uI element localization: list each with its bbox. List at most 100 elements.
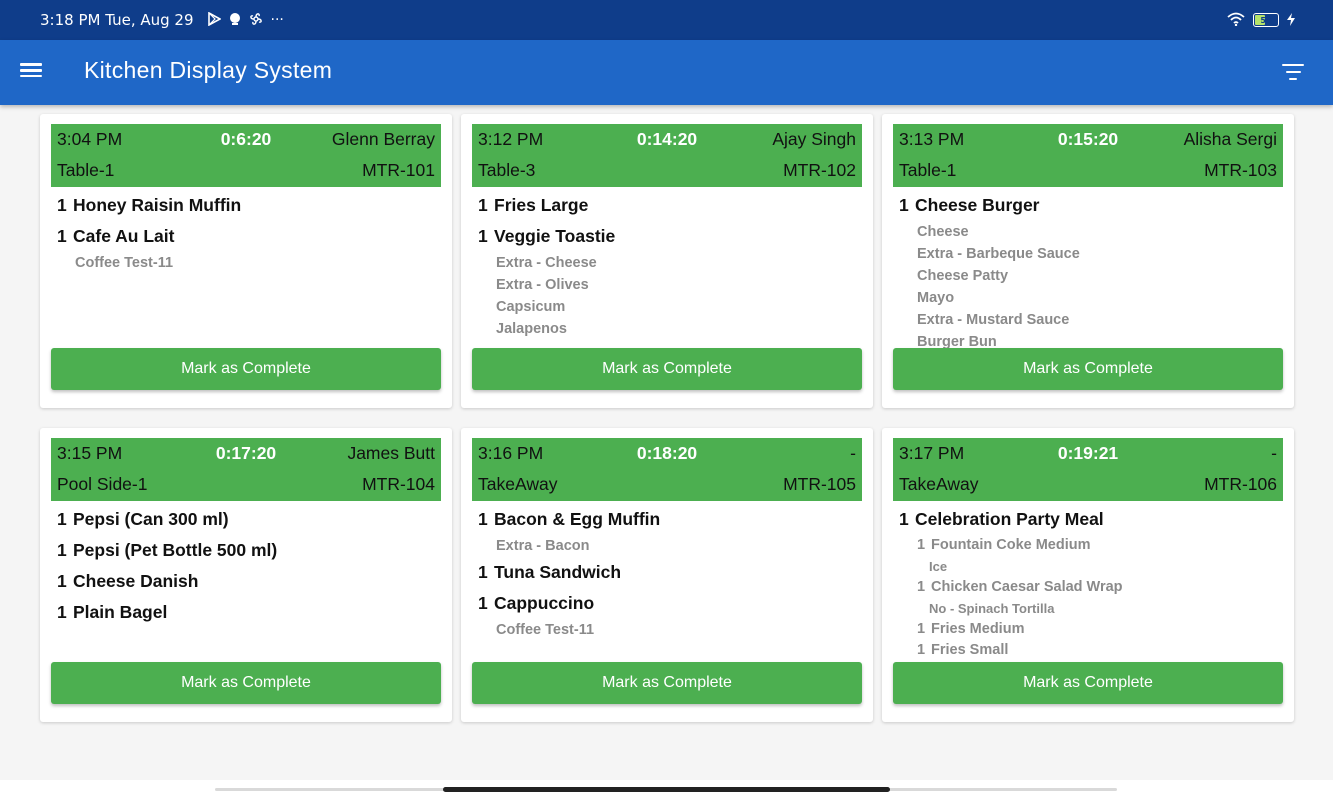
order-card: 3:15 PM 0:17:20 James Butt Pool Side-1 MTR-1… [40,428,452,722]
order-card: 3:04 PM 0:6:20 Glenn Berray Table-1 MTR-101 1… [40,114,452,408]
item-modifier: Cheese Patty [917,268,1009,284]
table-label: TakeAway [478,474,558,494]
item-modifier: Extra - Barbeque Sauce [917,246,1080,262]
mark-complete-button[interactable]: Mark as Complete [472,348,862,390]
filter-icon[interactable] [1281,64,1305,84]
item-modifier: Extra - Olives [496,277,589,293]
order-header: 3:16 PM 0:18:20 - TakeAway MTR-105 [472,438,862,501]
sub-item-qty: 1 [917,579,926,595]
order-item: 1 Tuna Sandwich [478,557,861,588]
order-items: 1 Celebration Party Meal 1 Fountain Coke Me… [899,504,1282,670]
item-qty: 1 [478,226,488,246]
mark-complete-button[interactable]: Mark as Complete [51,348,441,390]
item-name: Cheese Burger [915,195,1040,215]
mark-complete-button[interactable]: Mark as Complete [893,348,1283,390]
elapsed-timer: 0:6:20 [220,129,272,149]
combo-sub-item: 1 Fountain Coke Medium [917,535,1282,556]
order-items: 1 Bacon & Egg Muffin Extra - Bacon 1 Tuna Sa… [478,504,861,670]
item-qty: 1 [478,562,488,582]
order-item: 1 Veggie Toastie [478,221,861,252]
sub-item-qty: 1 [917,621,926,637]
sub-item-qty: 1 [917,642,926,658]
order-item: 1 Cappuccino [478,588,861,619]
play-store-icon [207,11,222,29]
sub-item-qty: 1 [917,537,926,553]
item-modifier: Extra - Cheese [496,255,597,271]
item-qty: 1 [478,195,488,215]
elapsed-timer: 0:14:20 [636,129,698,149]
order-number: MTR-101 [362,160,435,180]
order-item: 1 Cafe Au Lait [57,221,440,252]
mark-complete-button[interactable]: Mark as Complete [893,662,1283,704]
sub-item-name: Chicken Caesar Salad Wrap [931,579,1123,595]
item-name: Tuna Sandwich [494,562,622,582]
order-time: 3:13 PM [899,129,965,149]
status-time: 3:18 PM Tue, Aug 29 [40,11,194,29]
customer-name: - [850,443,856,463]
order-card: 3:16 PM 0:18:20 - TakeAway MTR-105 1 Bacon & E… [461,428,873,722]
order-item: 1 Pepsi (Can 300 ml) [57,504,440,535]
order-item: 1 Cheese Burger [899,190,1282,221]
order-time: 3:12 PM [478,129,544,149]
order-item: 1 Celebration Party Meal [899,504,1282,535]
item-qty: 1 [57,602,67,622]
item-modifier: Cheese [917,224,969,240]
elapsed-timer: 0:15:20 [1057,129,1119,149]
combo-sub-item: 1 Chicken Caesar Salad Wrap [917,577,1282,598]
order-items: 1 Cheese Burger Cheese Extra - Barbeque Sau… [899,190,1282,356]
customer-name: Ajay Singh [772,129,856,149]
table-label: Pool Side-1 [57,474,148,494]
item-qty: 1 [57,195,67,215]
order-item: 1 Cheese Danish [57,566,440,597]
item-qty: 1 [57,540,67,560]
item-qty: 1 [57,571,67,591]
item-name: Pepsi (Pet Bottle 500 ml) [73,540,278,560]
item-name: Cheese Danish [73,571,199,591]
order-header: 3:04 PM 0:6:20 Glenn Berray Table-1 MTR-101 [51,124,441,187]
order-number: MTR-103 [1204,160,1277,180]
order-item: 1 Bacon & Egg Muffin [478,504,861,535]
mark-complete-button[interactable]: Mark as Complete [472,662,862,704]
item-name: Veggie Toastie [494,226,616,246]
mark-complete-button[interactable]: Mark as Complete [51,662,441,704]
order-item: 1 Plain Bagel [57,597,440,628]
order-number: MTR-106 [1204,474,1277,494]
item-qty: 1 [57,509,67,529]
item-name: Fries Large [494,195,589,215]
item-name: Honey Raisin Muffin [73,195,242,215]
item-name: Celebration Party Meal [915,509,1104,529]
customer-name: Glenn Berray [331,129,435,149]
order-header: 3:12 PM 0:14:20 Ajay Singh Table-3 MTR-102 [472,124,862,187]
order-item: 1 Honey Raisin Muffin [57,190,440,221]
item-qty: 1 [899,195,909,215]
item-name: Bacon & Egg Muffin [494,509,661,529]
order-card: 3:13 PM 0:15:20 Alisha Sergi Table-1 MTR-103… [882,114,1294,408]
sub-item-name: Fries Medium [931,621,1025,637]
navigation-bar [0,780,1333,800]
customer-name: - [1271,443,1277,463]
table-label: Table-1 [57,160,115,180]
order-header: 3:15 PM 0:17:20 James Butt Pool Side-1 MTR-1… [51,438,441,501]
order-number: MTR-105 [783,474,856,494]
item-qty: 1 [57,226,67,246]
order-number: MTR-104 [362,474,435,494]
order-items: 1 Honey Raisin Muffin 1 Cafe Au Lait Coffee … [57,190,440,356]
order-time: 3:17 PM [899,443,965,463]
home-gesture-handle[interactable] [443,787,890,792]
customer-name: James Butt [347,443,435,463]
customer-name: Alisha Sergi [1183,129,1277,149]
order-card: 3:12 PM 0:14:20 Ajay Singh Table-3 MTR-102 1 F… [461,114,873,408]
item-qty: 1 [899,509,909,529]
notification-icon [229,12,241,29]
sub-item-name: Fries Small [931,642,1009,658]
hamburger-menu-icon[interactable] [20,60,44,84]
item-name: Plain Bagel [73,602,168,622]
order-items: 1 Fries Large 1 Veggie Toastie Extra - Chees… [478,190,861,356]
more-dots-icon: ··· [270,12,284,28]
item-modifier: Jalapenos [496,321,567,337]
item-name: Cappuccino [494,593,595,613]
charging-icon [1287,11,1295,30]
order-time: 3:16 PM [478,443,544,463]
fan-icon [249,12,263,29]
item-modifier: Coffee Test-11 [496,622,595,638]
